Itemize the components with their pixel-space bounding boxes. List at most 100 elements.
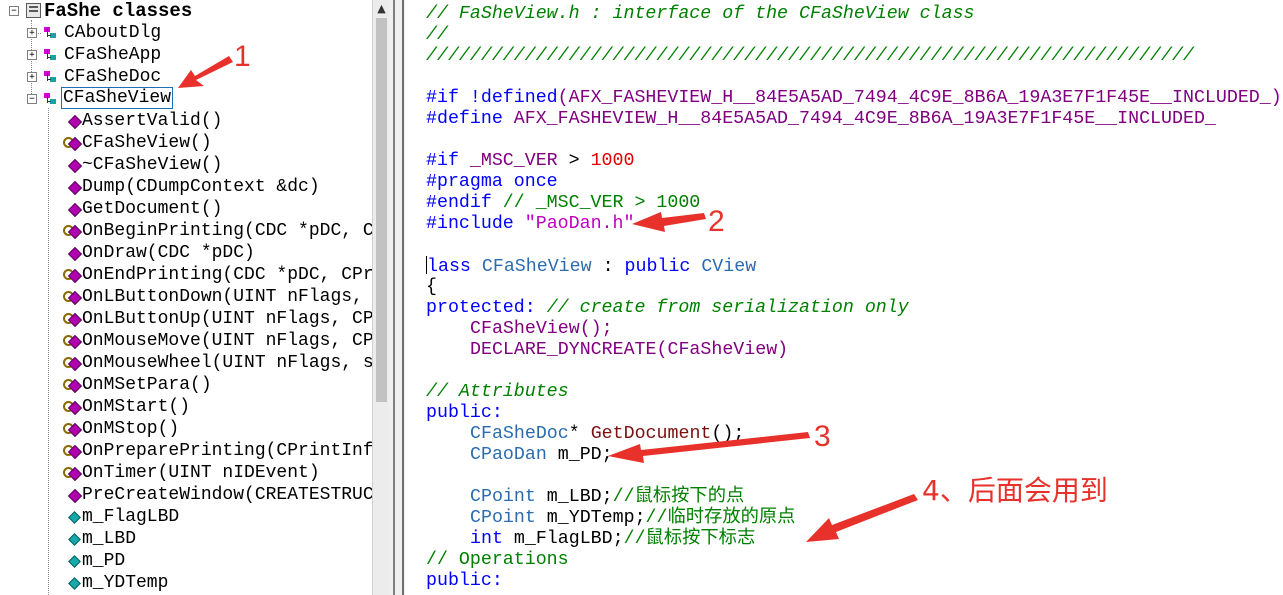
tree-class-cfasheapp[interactable]: CFaSheApp — [64, 44, 161, 66]
code-token: // _MSC_VER > 1000 — [502, 193, 701, 213]
code-token: 1000 — [590, 151, 635, 171]
tree-member[interactable]: OnLButtonUp(UINT nFlags, CP — [82, 308, 372, 330]
tree-guide-line — [48, 108, 49, 595]
tree-member[interactable]: Dump(CDumpContext &dc) — [82, 176, 320, 198]
code-line-19: // Attributes — [426, 382, 569, 402]
code-token: CFaSheView — [481, 257, 592, 277]
tree-class-cfashedoc[interactable]: CFaSheDoc — [64, 66, 161, 88]
scroll-up-arrow-icon[interactable]: ▲ — [373, 0, 390, 17]
code-token: (AFX_FASHEVIEW_H__84E5A5AD_7494_4C9E_8B6… — [557, 88, 1282, 108]
selected-class-label[interactable]: CFaSheView — [61, 87, 174, 109]
class-view-tree[interactable]: − FaShe classes + CAboutDlg + CFaSheApp … — [0, 0, 372, 595]
tree-member[interactable]: OnMouseMove(UINT nFlags, CP — [82, 330, 372, 352]
code-token: : — [591, 257, 625, 277]
code-token: m_LBD; — [535, 487, 613, 507]
expand-toggle[interactable]: + — [27, 50, 37, 60]
tree-member[interactable]: OnEndPrinting(CDC *pDC, CPr — [82, 264, 372, 286]
code-line-28: public: — [426, 571, 503, 591]
code-token: CView — [701, 257, 757, 277]
class-icon — [44, 93, 60, 105]
collapse-toggle[interactable]: − — [9, 6, 19, 16]
member-variable-icon — [68, 577, 81, 590]
code-line-14: { — [426, 277, 437, 297]
code-line-22: CPaoDan m_PD; — [470, 445, 613, 466]
tree-member[interactable]: ~CFaSheView() — [82, 154, 222, 176]
code-token: _MSC_VER — [469, 151, 558, 171]
tree-member[interactable]: GetDocument() — [82, 198, 222, 220]
code-token: m_FlagLBD; — [502, 529, 624, 549]
expand-toggle[interactable]: + — [27, 72, 37, 82]
tree-member[interactable]: m_PD — [82, 550, 125, 572]
code-line-25: CPoint m_YDTemp;//临时存放的原点 — [470, 508, 795, 529]
code-line-21: CFaSheDoc* GetDocument(); — [470, 424, 744, 445]
tree-member[interactable]: OnLButtonDown(UINT nFlags, — [82, 286, 363, 308]
tree-member[interactable]: OnMouseWheel(UINT nFlags, s — [82, 352, 372, 374]
public-method-icon — [67, 488, 83, 504]
code-token: //临时存放的原点 — [645, 508, 796, 528]
code-token: m_PD; — [546, 445, 613, 465]
code-line-26: int m_FlagLBD;//鼠标按下标志 — [470, 529, 755, 550]
tree-member[interactable]: PreCreateWindow(CREATESTRUC — [82, 484, 372, 506]
code-line-20: public: — [426, 403, 503, 423]
annotation-label-2: 2 — [708, 205, 725, 238]
code-token: // create from serialization only — [535, 298, 909, 318]
tree-root-label[interactable]: FaShe classes — [44, 0, 192, 22]
code-line-5: #if !defined(AFX_FASHEVIEW_H__84E5A5AD_7… — [426, 88, 1282, 109]
tree-class-cfasheview[interactable]: CFaSheView — [61, 87, 174, 109]
tree-member[interactable]: OnMStart() — [82, 396, 190, 418]
code-token: GetDocument — [590, 424, 712, 444]
code-token: public — [624, 257, 702, 277]
tree-member[interactable]: OnMSetPara() — [82, 374, 212, 396]
code-token: #include — [426, 214, 525, 234]
collapse-toggle[interactable]: − — [27, 94, 37, 104]
class-icon — [44, 49, 60, 61]
public-method-icon — [67, 202, 83, 218]
code-token: int — [470, 529, 503, 549]
code-line-24: CPoint m_LBD;//鼠标按下的点 — [470, 487, 744, 508]
code-line-9: #pragma once — [426, 172, 558, 192]
tree-member[interactable]: OnTimer(UINT nIDEvent) — [82, 462, 320, 484]
code-token: (CFaSheView) — [656, 340, 789, 360]
code-token: CPoint — [470, 508, 536, 528]
code-token: (); — [711, 424, 745, 444]
code-token: * — [568, 424, 591, 444]
annotation-label-1: 1 — [234, 40, 251, 73]
code-editor[interactable]: // FaSheView.h : interface of the CFaShe… — [406, 0, 1283, 595]
code-token: #if — [426, 151, 470, 171]
tree-member[interactable]: m_LBD — [82, 528, 136, 550]
code-line-11: #include "PaoDan.h" — [426, 214, 634, 235]
code-line-13: lass CFaSheView : public CView — [426, 256, 756, 277]
code-line-2: // — [426, 25, 448, 45]
code-token: "PaoDan.h" — [524, 214, 635, 234]
tree-member[interactable]: OnDraw(CDC *pDC) — [82, 242, 255, 264]
member-variable-icon — [68, 533, 81, 546]
class-icon — [44, 71, 60, 83]
code-line-1: // FaSheView.h : interface of the CFaShe… — [426, 4, 975, 24]
code-line-17: DECLARE_DYNCREATE(CFaSheView) — [470, 340, 788, 361]
code-token: #if !defined — [426, 88, 558, 108]
tree-vertical-scrollbar[interactable]: ▲ — [372, 0, 390, 595]
public-method-icon — [67, 180, 83, 196]
code-token: m_YDTemp; — [535, 508, 646, 528]
tree-member[interactable]: AssertValid() — [82, 110, 222, 132]
expand-toggle[interactable]: + — [27, 28, 37, 38]
code-line-16: CFaSheView(); — [470, 319, 613, 339]
tree-member[interactable]: OnPreparePrinting(CPrintInf — [82, 440, 372, 462]
code-token: lass — [427, 257, 471, 277]
scroll-thumb[interactable] — [376, 18, 387, 402]
public-method-icon — [67, 158, 83, 174]
tree-member[interactable]: m_FlagLBD — [82, 506, 179, 528]
tree-class-caboutdlg[interactable]: CAboutDlg — [64, 22, 161, 44]
annotation-label-3: 3 — [814, 420, 831, 453]
code-line-27: // Operations — [426, 550, 569, 570]
code-token: DECLARE_DYNCREATE — [470, 340, 657, 360]
code-token: CPoint — [470, 487, 536, 507]
tree-member[interactable]: m_YDTemp — [82, 572, 168, 594]
tree-member[interactable]: OnMStop() — [82, 418, 179, 440]
code-token: > — [557, 151, 591, 171]
tree-member[interactable]: OnBeginPrinting(CDC *pDC, C — [82, 220, 372, 242]
tree-member[interactable]: CFaSheView() — [82, 132, 212, 154]
member-variable-icon — [68, 511, 81, 524]
code-token: //鼠标按下标志 — [623, 529, 756, 549]
pane-splitter[interactable] — [389, 0, 405, 595]
